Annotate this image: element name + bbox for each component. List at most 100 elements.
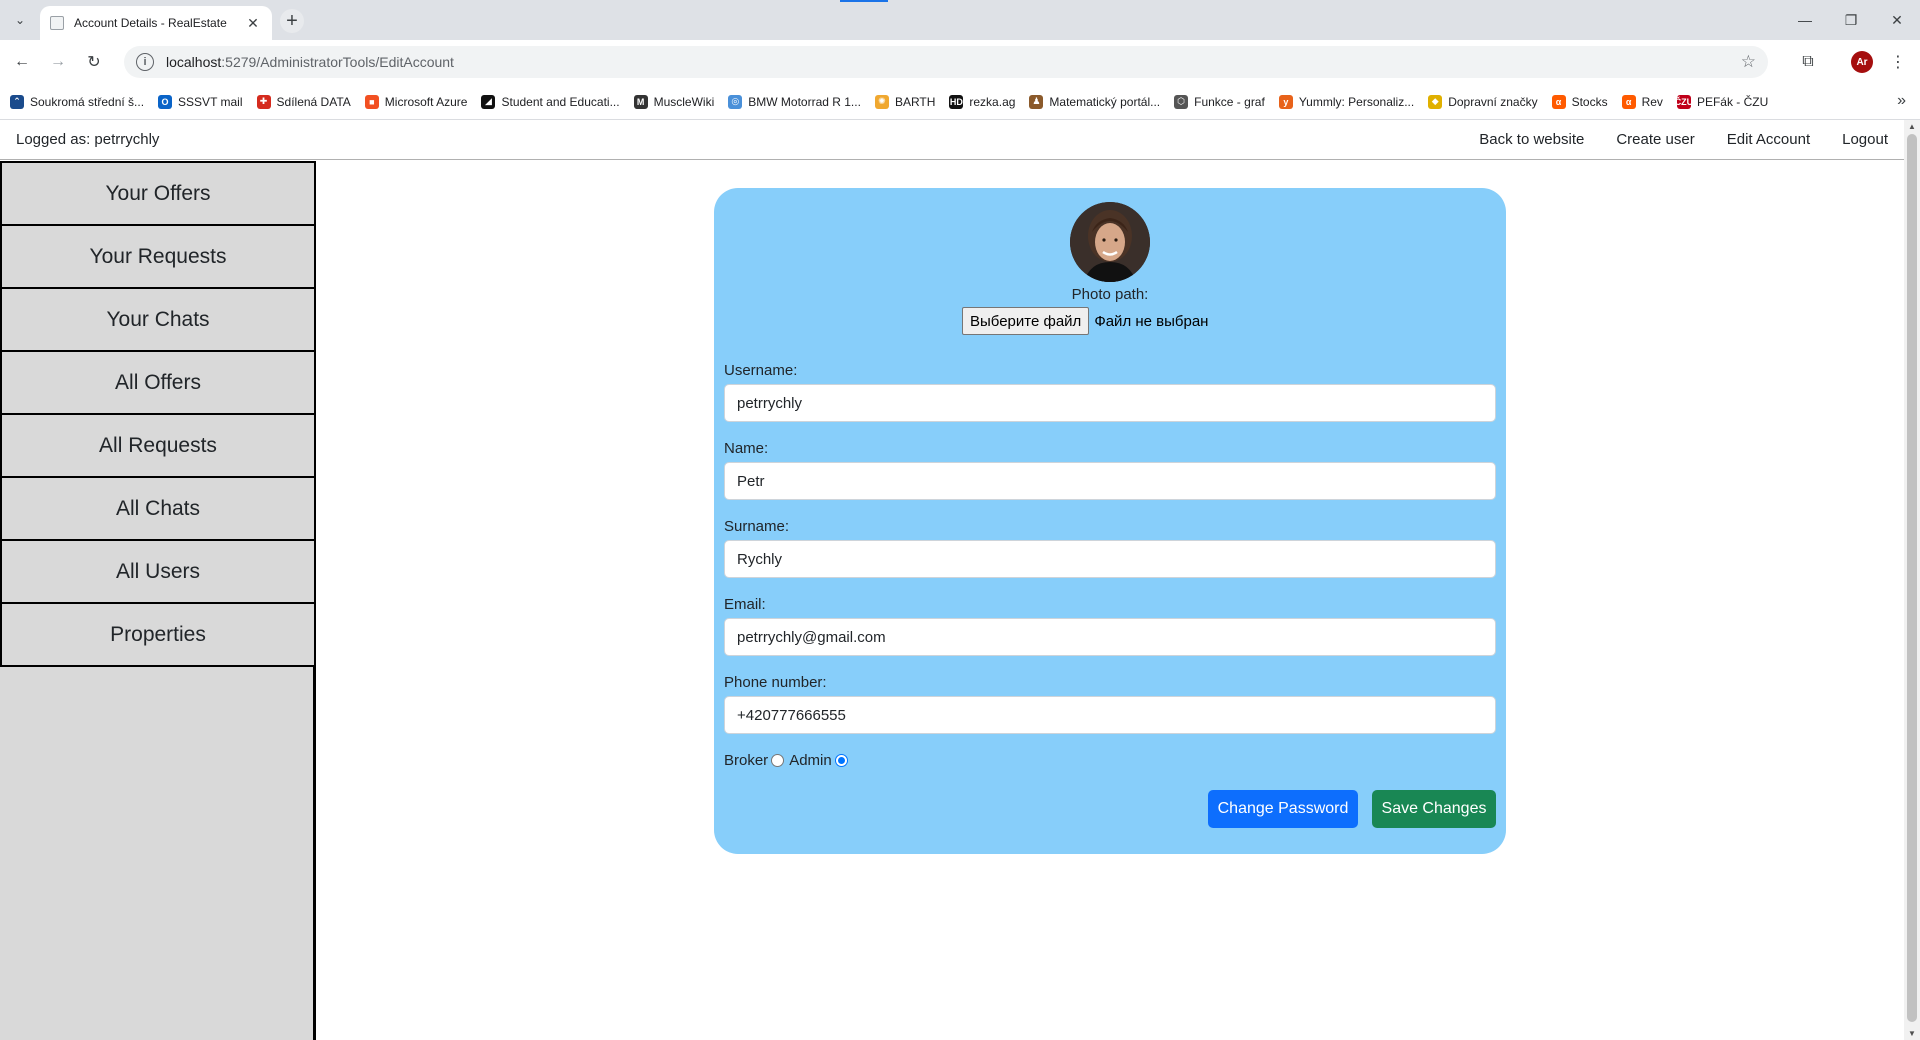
page-scrollbar[interactable]: ▲ ▼ bbox=[1904, 120, 1920, 1040]
sidebar-item-all-requests[interactable]: All Requests bbox=[0, 413, 315, 478]
name-field-group: Name: Petr bbox=[724, 440, 1496, 500]
logout-link[interactable]: Logout bbox=[1842, 131, 1888, 148]
minimize-button[interactable]: — bbox=[1790, 8, 1820, 32]
bookmark-favicon-icon: ⌃ bbox=[10, 94, 24, 109]
bookmark-item[interactable]: ✚ Sdílená DATA bbox=[256, 94, 351, 109]
bookmark-item[interactable]: M MuscleWiki bbox=[633, 94, 714, 109]
bookmark-label: Dopravní značky bbox=[1448, 94, 1538, 109]
name-input[interactable]: Petr bbox=[724, 462, 1496, 500]
phone-label: Phone number: bbox=[724, 674, 827, 691]
tab-search-chevron-icon[interactable]: ⌄ bbox=[8, 8, 32, 32]
bookmark-label: PEFák - ČZU bbox=[1696, 94, 1769, 109]
bookmark-label: Student and Educati... bbox=[501, 94, 620, 109]
admin-label: Admin bbox=[789, 752, 832, 769]
email-input[interactable]: petrrychly@gmail.com bbox=[724, 618, 1496, 656]
bookmark-item[interactable]: ⌃ Soukromá střední š... bbox=[10, 94, 145, 109]
bookmark-item[interactable]: ◆ Dopravní značky bbox=[1428, 94, 1538, 109]
bookmark-favicon-icon: M bbox=[633, 94, 648, 109]
back-to-website-link[interactable]: Back to website bbox=[1479, 131, 1584, 148]
sidebar-item-all-users[interactable]: All Users bbox=[0, 539, 315, 604]
sidebar-item-properties[interactable]: Properties bbox=[0, 602, 315, 667]
broker-radio[interactable] bbox=[771, 754, 785, 767]
bookmark-item[interactable]: ✺ BARTH bbox=[874, 94, 936, 109]
edit-account-link[interactable]: Edit Account bbox=[1727, 131, 1810, 148]
back-button[interactable]: ← bbox=[10, 50, 34, 74]
username-field-group: Username: petrrychly bbox=[724, 362, 1496, 422]
site-info-icon[interactable]: i bbox=[136, 53, 154, 71]
bookmark-item[interactable]: ČZU PEFák - ČZU bbox=[1674, 94, 1769, 109]
avatar-photo bbox=[1070, 202, 1150, 282]
browser-menu-icon[interactable]: ⋮ bbox=[1886, 50, 1910, 74]
broker-label: Broker bbox=[724, 752, 769, 769]
bookmark-item[interactable]: O SSSVT mail bbox=[158, 94, 243, 109]
sidebar: Your Offers Your Requests Your Chats All… bbox=[0, 161, 316, 1040]
page-favicon-icon bbox=[50, 16, 64, 30]
bookmark-label: Microsoft Azure bbox=[384, 94, 468, 109]
photo-path-label: Photo path: bbox=[1071, 286, 1149, 303]
new-tab-button[interactable]: + bbox=[280, 9, 304, 33]
role-selector: Broker Admin bbox=[724, 752, 853, 769]
name-label: Name: bbox=[724, 440, 769, 457]
bookmark-star-icon[interactable]: ☆ bbox=[1741, 52, 1756, 72]
scrollbar-thumb[interactable] bbox=[1907, 134, 1917, 1022]
create-user-link[interactable]: Create user bbox=[1616, 131, 1694, 148]
bookmark-item[interactable]: ♟ Matematický portál... bbox=[1029, 94, 1161, 109]
phone-field-group: Phone number: +420777666555 bbox=[724, 674, 1496, 734]
surname-field-group: Surname: Rychly bbox=[724, 518, 1496, 578]
sidebar-item-all-offers[interactable]: All Offers bbox=[0, 350, 315, 415]
page-content: Logged as: petrrychly Back to website Cr… bbox=[0, 120, 1904, 1040]
active-tab[interactable]: Account Details - RealEstate ✕ bbox=[40, 6, 272, 40]
bookmark-favicon-icon: HD bbox=[949, 94, 964, 109]
bookmark-label: Funkce - graf bbox=[1194, 94, 1265, 109]
username-input[interactable]: petrrychly bbox=[724, 384, 1496, 422]
bookmark-item[interactable]: α Rev bbox=[1621, 94, 1663, 109]
bookmark-favicon-icon: α bbox=[1621, 94, 1636, 109]
bookmark-item[interactable]: y Yummly: Personaliz... bbox=[1278, 94, 1414, 109]
bookmark-item[interactable]: α Stocks bbox=[1551, 94, 1608, 109]
tab-title: Account Details - RealEstate bbox=[74, 16, 227, 30]
bookmark-favicon-icon: y bbox=[1278, 94, 1293, 109]
logged-as-label: Logged as: petrrychly bbox=[16, 131, 160, 148]
forward-button[interactable]: → bbox=[46, 50, 70, 74]
tab-close-icon[interactable]: ✕ bbox=[244, 15, 262, 32]
choose-file-button[interactable]: Выберите файл bbox=[962, 307, 1090, 335]
sidebar-item-your-chats[interactable]: Your Chats bbox=[0, 287, 315, 352]
scroll-down-arrow-icon[interactable]: ▼ bbox=[1907, 1029, 1917, 1038]
bookmark-favicon-icon: ČZU bbox=[1674, 94, 1694, 109]
surname-input[interactable]: Rychly bbox=[724, 540, 1496, 578]
profile-avatar[interactable]: Ar bbox=[1850, 50, 1874, 74]
save-changes-button[interactable]: Save Changes bbox=[1372, 790, 1496, 828]
scroll-up-arrow-icon[interactable]: ▲ bbox=[1907, 122, 1917, 131]
sidebar-item-your-offers[interactable]: Your Offers bbox=[0, 161, 315, 226]
sidebar-item-your-requests[interactable]: Your Requests bbox=[0, 224, 315, 289]
reload-button[interactable]: ↻ bbox=[82, 50, 106, 74]
username-label: Username: bbox=[724, 362, 798, 379]
phone-input[interactable]: +420777666555 bbox=[724, 696, 1496, 734]
sidebar-item-all-chats[interactable]: All Chats bbox=[0, 476, 315, 541]
bookmark-label: rezka.ag bbox=[969, 94, 1016, 109]
bookmark-item[interactable]: HD rezka.ag bbox=[949, 94, 1016, 109]
email-field-group: Email: petrrychly@gmail.com bbox=[724, 596, 1496, 656]
address-bar[interactable]: i localhost:5279/AdministratorTools/Edit… bbox=[124, 46, 1768, 78]
admin-radio[interactable] bbox=[834, 754, 848, 767]
bookmark-item[interactable]: ⬡ Funkce - graf bbox=[1174, 94, 1265, 109]
bookmark-favicon-icon: ■ bbox=[364, 94, 379, 109]
change-password-button[interactable]: Change Password bbox=[1208, 790, 1358, 828]
bookmark-item[interactable]: ◢ Student and Educati... bbox=[481, 94, 620, 109]
file-status-text: Файл не выбран bbox=[1094, 312, 1209, 330]
bookmark-item[interactable]: ■ Microsoft Azure bbox=[364, 94, 468, 109]
bookmark-label: Rev bbox=[1641, 94, 1663, 109]
url-text: localhost:5279/AdministratorTools/EditAc… bbox=[166, 54, 454, 70]
bookmark-favicon-icon: ◆ bbox=[1428, 94, 1443, 109]
extensions-icon[interactable]: ⧉ bbox=[1796, 50, 1820, 74]
bookmark-label: Matematický portál... bbox=[1049, 94, 1161, 109]
browser-chrome: ⌄ Account Details - RealEstate ✕ + — ❐ ✕… bbox=[0, 0, 1920, 120]
close-window-button[interactable]: ✕ bbox=[1882, 8, 1912, 32]
more-bookmarks-icon[interactable]: » bbox=[1897, 92, 1906, 110]
bookmark-favicon-icon: ◢ bbox=[481, 94, 496, 109]
bookmark-label: BMW Motorrad R 1... bbox=[748, 94, 861, 109]
bookmark-item[interactable]: ◎ BMW Motorrad R 1... bbox=[728, 94, 861, 109]
bookmark-label: BARTH bbox=[894, 94, 936, 109]
bookmark-label: Soukromá střední š... bbox=[30, 94, 145, 109]
restore-button[interactable]: ❐ bbox=[1836, 8, 1866, 32]
